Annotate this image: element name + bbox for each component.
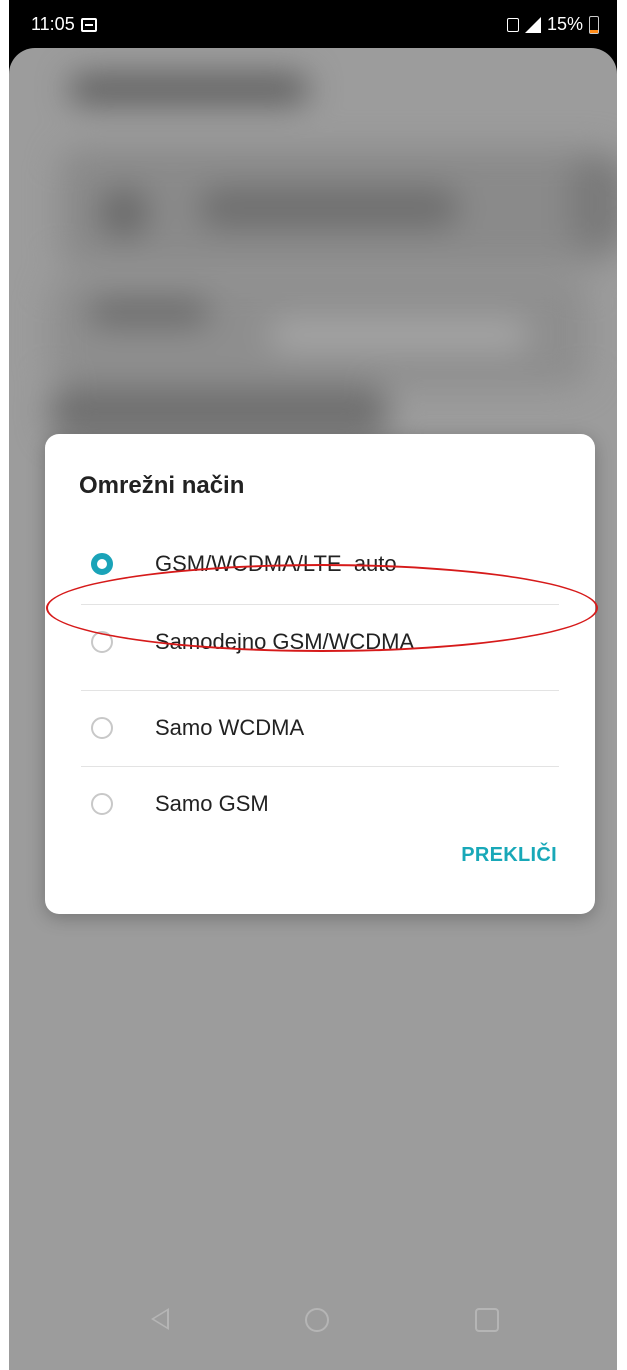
blurred-pill bbox=[269, 318, 529, 352]
signal-icon bbox=[524, 16, 541, 33]
status-right: 15% bbox=[506, 14, 599, 35]
dialog-title: Omrežni način bbox=[79, 472, 245, 499]
network-mode-dialog: Omrežni način GSM/WCDMA/LTE auto Samodej… bbox=[45, 434, 595, 914]
blurred-icon bbox=[99, 188, 149, 238]
battery-percent: 15% bbox=[546, 14, 583, 34]
option-samodejno-gsm-wcdma[interactable]: Samodejno GSM/WCDMA bbox=[45, 606, 595, 678]
divider bbox=[81, 604, 559, 605]
option-gsm-wcdma-lte-auto[interactable]: GSM/WCDMA/LTE auto bbox=[45, 528, 595, 600]
back-icon[interactable] bbox=[151, 1308, 169, 1330]
phone-frame: 11:05 15% Omrežni način GSM/WCDMA/LTE au… bbox=[9, 0, 617, 1370]
radio-selected-icon bbox=[91, 553, 113, 575]
divider bbox=[81, 690, 559, 691]
recent-apps-icon[interactable] bbox=[475, 1308, 499, 1332]
radio-unselected-icon bbox=[91, 717, 113, 739]
blurred-footer bbox=[49, 388, 389, 438]
radio-unselected-icon bbox=[91, 793, 113, 815]
sim-icon bbox=[506, 17, 519, 32]
blurred-text bbox=[199, 188, 459, 228]
blurred-label bbox=[89, 298, 209, 326]
status-left: 11:05 bbox=[31, 14, 97, 35]
option-label: Samo WCDMA bbox=[155, 715, 305, 740]
blurred-element bbox=[569, 158, 617, 248]
divider bbox=[81, 766, 559, 767]
option-samo-gsm[interactable]: Samo GSM bbox=[45, 768, 595, 840]
option-label: Samodejno GSM/WCDMA bbox=[155, 629, 415, 654]
battery-fill bbox=[590, 30, 598, 33]
option-label: Samo GSM bbox=[155, 791, 269, 816]
navigation-bar bbox=[9, 1280, 617, 1370]
cancel-button[interactable]: PREKLIČI bbox=[461, 844, 557, 867]
gallery-icon bbox=[80, 17, 97, 32]
radio-unselected-icon bbox=[91, 631, 113, 653]
blurred-title bbox=[69, 74, 309, 104]
status-bar: 11:05 15% bbox=[9, 0, 617, 48]
status-time: 11:05 bbox=[31, 14, 75, 34]
home-icon[interactable] bbox=[305, 1308, 329, 1332]
screen: Omrežni način GSM/WCDMA/LTE auto Samodej… bbox=[9, 48, 617, 1370]
option-samo-wcdma[interactable]: Samo WCDMA bbox=[45, 692, 595, 764]
option-label: GSM/WCDMA/LTE auto bbox=[155, 551, 397, 576]
battery-icon bbox=[589, 15, 599, 34]
